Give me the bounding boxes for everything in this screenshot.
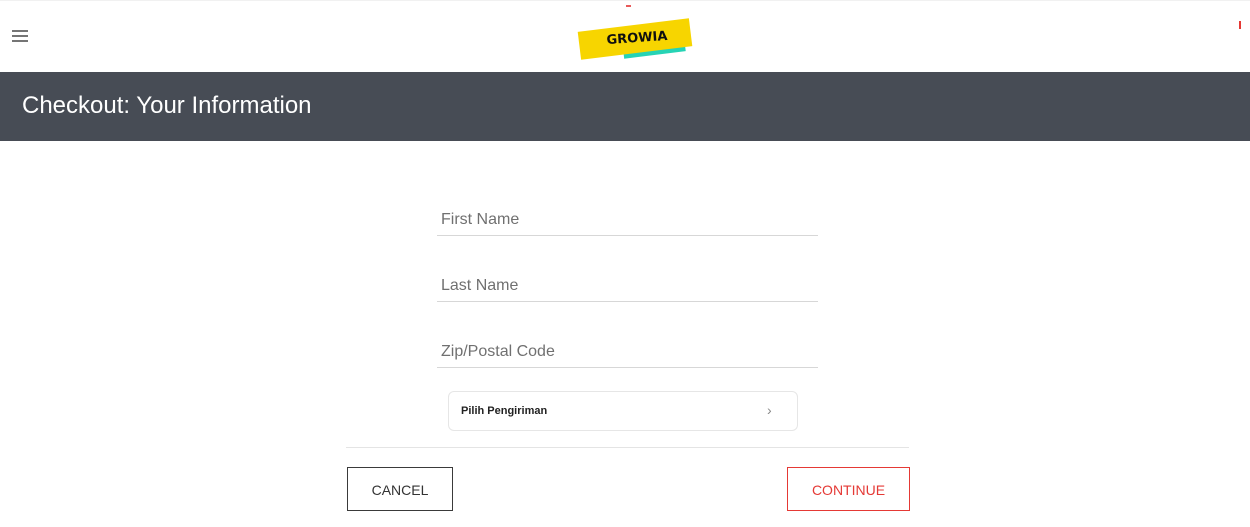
shipping-select[interactable]: Pilih Pengiriman › — [448, 391, 798, 431]
form-divider — [346, 447, 909, 448]
shipping-select-label: Pilih Pengiriman — [461, 405, 548, 417]
top-edge-mark — [626, 5, 631, 7]
brand-logo[interactable]: GROWIA — [575, 15, 699, 65]
corner-mark — [1239, 21, 1241, 29]
page-title: Checkout: Your Information — [22, 92, 312, 119]
chevron-right-icon: › — [767, 402, 772, 418]
top-navbar: GROWIA — [0, 0, 1250, 73]
zip-code-input[interactable] — [437, 336, 818, 368]
hamburger-menu-icon[interactable] — [12, 30, 28, 42]
last-name-input[interactable] — [437, 270, 818, 302]
page-header: Checkout: Your Information — [0, 72, 1250, 141]
first-name-input[interactable] — [437, 204, 818, 236]
continue-button[interactable]: CONTINUE — [787, 467, 910, 511]
cancel-button[interactable]: CANCEL — [347, 467, 453, 511]
